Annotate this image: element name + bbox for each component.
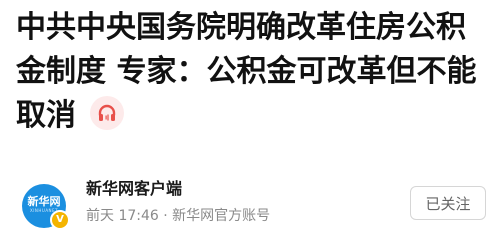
verified-badge: V	[50, 210, 70, 230]
avatar[interactable]: 新华网 XINHUANET V	[22, 184, 70, 230]
source-name[interactable]: 新华网客户端	[86, 178, 182, 200]
meta-separator: ·	[163, 208, 168, 224]
publish-time: 前天 17:46	[86, 208, 159, 224]
listen-audio-button[interactable]	[90, 96, 124, 130]
follow-button[interactable]: 已关注	[410, 186, 486, 220]
headline-text: 中共中央国务院明确改革住房公积金制度 专家：公积金可改革但不能取消	[16, 10, 477, 133]
headphones-icon	[98, 104, 116, 121]
account-type: 新华网官方账号	[172, 208, 271, 224]
source-meta: 前天 17:46 · 新华网官方账号	[86, 206, 270, 226]
article-headline: 中共中央国务院明确改革住房公积金制度 专家：公积金可改革但不能取消	[16, 6, 486, 138]
avatar-logo-text: 新华网	[27, 195, 61, 208]
source-row: 新华网 XINHUANET V 新华网客户端 前天 17:46 · 新华网官方账…	[16, 178, 486, 234]
